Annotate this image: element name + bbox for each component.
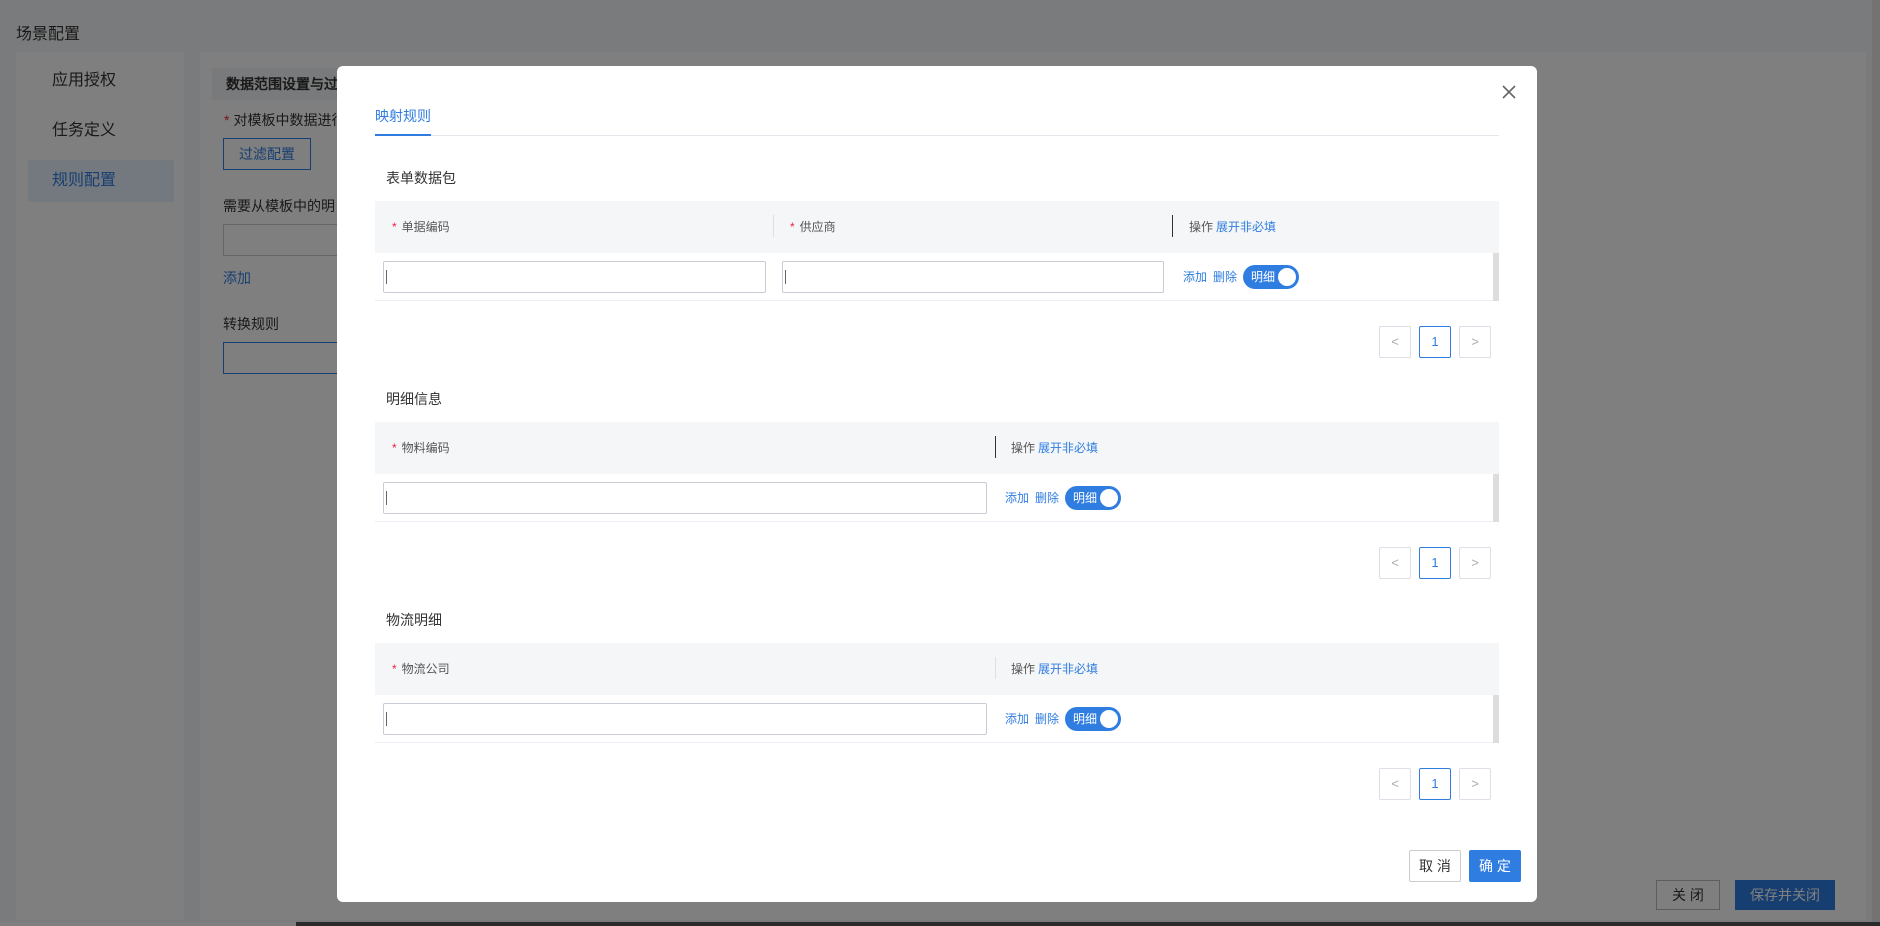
logistics-company-input[interactable] [383, 703, 987, 735]
column-header: * 物流公司 [392, 662, 450, 676]
delete-row-link[interactable]: 删除 [1035, 710, 1059, 727]
page-number[interactable]: 1 [1419, 326, 1451, 358]
column-header: * 单据编码 [392, 220, 450, 234]
mapping-rules-modal: 映射规则 表单数据包 * 单据编码 * 供应商 操作 展开非必填 添加 删除 明细 < [337, 66, 1537, 902]
table-header: * 物料编码 操作 展开非必填 [375, 422, 1499, 474]
page-number[interactable]: 1 [1419, 547, 1451, 579]
doc-code-input[interactable] [383, 261, 766, 293]
table-header: * 单据编码 * 供应商 操作 展开非必填 [375, 201, 1499, 253]
mapping-table: * 单据编码 * 供应商 操作 展开非必填 添加 删除 明细 [375, 201, 1499, 301]
prev-page-button[interactable]: < [1379, 547, 1411, 579]
operation-header: 操作 展开非必填 [1011, 662, 1099, 676]
pagination: < 1 > [1379, 326, 1499, 358]
material-code-input[interactable] [383, 482, 987, 514]
column-header: * 物料编码 [392, 441, 450, 455]
cancel-button[interactable]: 取 消 [1409, 850, 1461, 882]
supplier-input[interactable] [782, 261, 1164, 293]
expand-optional-link[interactable]: 展开非必填 [1038, 662, 1098, 676]
column-header: * 供应商 [790, 220, 836, 234]
tab-bar: 映射规则 [375, 104, 1499, 136]
detail-toggle[interactable]: 明细 [1243, 265, 1299, 289]
add-row-link[interactable]: 添加 [1183, 268, 1207, 285]
delete-row-link[interactable]: 删除 [1035, 489, 1059, 506]
close-icon[interactable] [1497, 80, 1521, 104]
tab-mapping-rules[interactable]: 映射规则 [375, 104, 431, 136]
section-title: 明细信息 [386, 391, 442, 407]
pagination: < 1 > [1379, 547, 1499, 579]
section-title: 表单数据包 [386, 170, 456, 186]
detail-toggle[interactable]: 明细 [1065, 707, 1121, 731]
add-row-link[interactable]: 添加 [1005, 489, 1029, 506]
pagination: < 1 > [1379, 768, 1499, 800]
next-page-button[interactable]: > [1459, 326, 1491, 358]
table-header: * 物流公司 操作 展开非必填 [375, 643, 1499, 695]
expand-optional-link[interactable]: 展开非必填 [1216, 220, 1276, 234]
table-row: 添加 删除 明细 [375, 695, 1499, 743]
expand-optional-link[interactable]: 展开非必填 [1038, 441, 1098, 455]
operation-header: 操作 展开非必填 [1011, 441, 1099, 455]
next-page-button[interactable]: > [1459, 547, 1491, 579]
delete-row-link[interactable]: 删除 [1213, 268, 1237, 285]
section-title: 物流明细 [386, 612, 442, 628]
table-row: 添加 删除 明细 [375, 474, 1499, 522]
prev-page-button[interactable]: < [1379, 326, 1411, 358]
page-number[interactable]: 1 [1419, 768, 1451, 800]
prev-page-button[interactable]: < [1379, 768, 1411, 800]
mapping-table: * 物料编码 操作 展开非必填 添加 删除 明细 [375, 422, 1499, 522]
row-scrollbar[interactable] [1493, 474, 1499, 522]
confirm-button[interactable]: 确 定 [1469, 850, 1521, 882]
table-row: 添加 删除 明细 [375, 253, 1499, 301]
mapping-table: * 物流公司 操作 展开非必填 添加 删除 明细 [375, 643, 1499, 743]
operation-header: 操作 展开非必填 [1189, 220, 1277, 234]
next-page-button[interactable]: > [1459, 768, 1491, 800]
row-scrollbar[interactable] [1493, 695, 1499, 743]
add-row-link[interactable]: 添加 [1005, 710, 1029, 727]
detail-toggle[interactable]: 明细 [1065, 486, 1121, 510]
row-scrollbar[interactable] [1493, 253, 1499, 301]
